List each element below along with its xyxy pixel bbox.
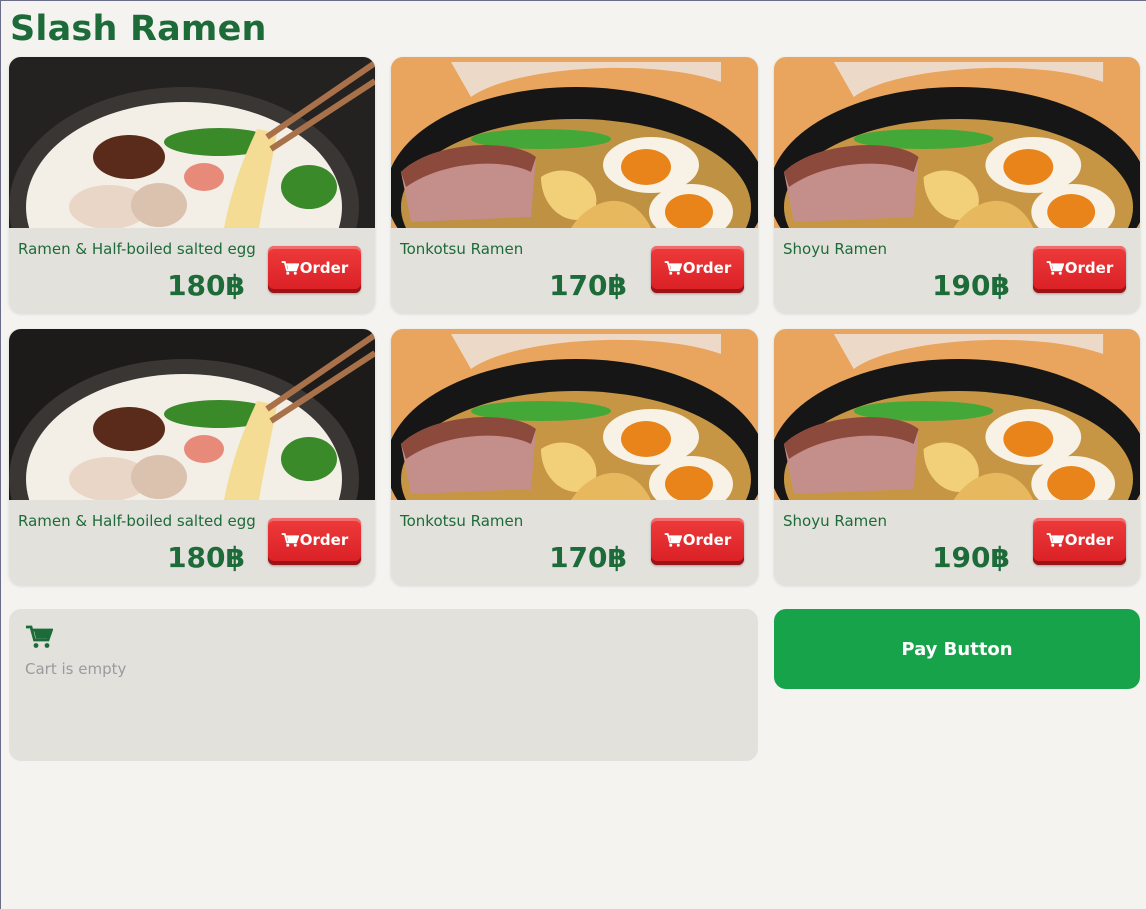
ramen-photo (9, 329, 375, 500)
order-label: Order (299, 531, 349, 549)
ramen-photo (9, 57, 375, 228)
ramen-photo (391, 329, 758, 500)
menu-card: Ramen & Half-boiled salted egg 180฿ Orde… (9, 329, 375, 585)
cart-icon (281, 261, 299, 275)
menu-card: Shoyu Ramen 190฿ Order (774, 57, 1140, 313)
ramen-photo (774, 57, 1140, 228)
item-price: 180฿ (167, 269, 245, 302)
item-price: 190฿ (932, 269, 1010, 302)
item-name: Shoyu Ramen (783, 512, 887, 530)
cart-panel: Cart is empty (9, 609, 758, 761)
menu-card: Tonkotsu Ramen 170฿ Order (391, 57, 758, 313)
ramen-photo (774, 329, 1140, 500)
order-label: Order (682, 531, 732, 549)
item-name: Ramen & Half-boiled salted egg (18, 512, 256, 530)
order-label: Order (299, 259, 349, 277)
menu-grid: Ramen & Half-boiled salted egg 180฿ Orde… (9, 57, 1140, 585)
order-button[interactable]: Order (268, 246, 361, 293)
item-price: 170฿ (549, 269, 627, 302)
order-button[interactable]: Order (1033, 518, 1126, 565)
order-button[interactable]: Order (651, 246, 744, 293)
order-label: Order (682, 259, 732, 277)
order-button[interactable]: Order (1033, 246, 1126, 293)
cart-icon (281, 533, 299, 547)
menu-card: Tonkotsu Ramen 170฿ Order (391, 329, 758, 585)
ramen-photo (391, 57, 758, 228)
item-price: 170฿ (549, 541, 627, 574)
cart-icon (1046, 533, 1064, 547)
cart-icon (1046, 261, 1064, 275)
cart-icon (664, 261, 682, 275)
page-title: Slash Ramen (10, 9, 267, 49)
item-price: 180฿ (167, 541, 245, 574)
item-name: Tonkotsu Ramen (400, 240, 524, 258)
item-name: Tonkotsu Ramen (400, 512, 524, 530)
item-name: Shoyu Ramen (783, 240, 887, 258)
item-name: Ramen & Half-boiled salted egg (18, 240, 256, 258)
menu-card: Ramen & Half-boiled salted egg 180฿ Orde… (9, 57, 375, 313)
order-button[interactable]: Order (651, 518, 744, 565)
order-label: Order (1064, 531, 1114, 549)
cart-icon (664, 533, 682, 547)
cart-empty-text: Cart is empty (25, 660, 127, 678)
item-price: 190฿ (932, 541, 1010, 574)
cart-icon (26, 625, 53, 648)
pay-button[interactable]: Pay Button (774, 609, 1140, 689)
order-label: Order (1064, 259, 1114, 277)
order-button[interactable]: Order (268, 518, 361, 565)
menu-card: Shoyu Ramen 190฿ Order (774, 329, 1140, 585)
